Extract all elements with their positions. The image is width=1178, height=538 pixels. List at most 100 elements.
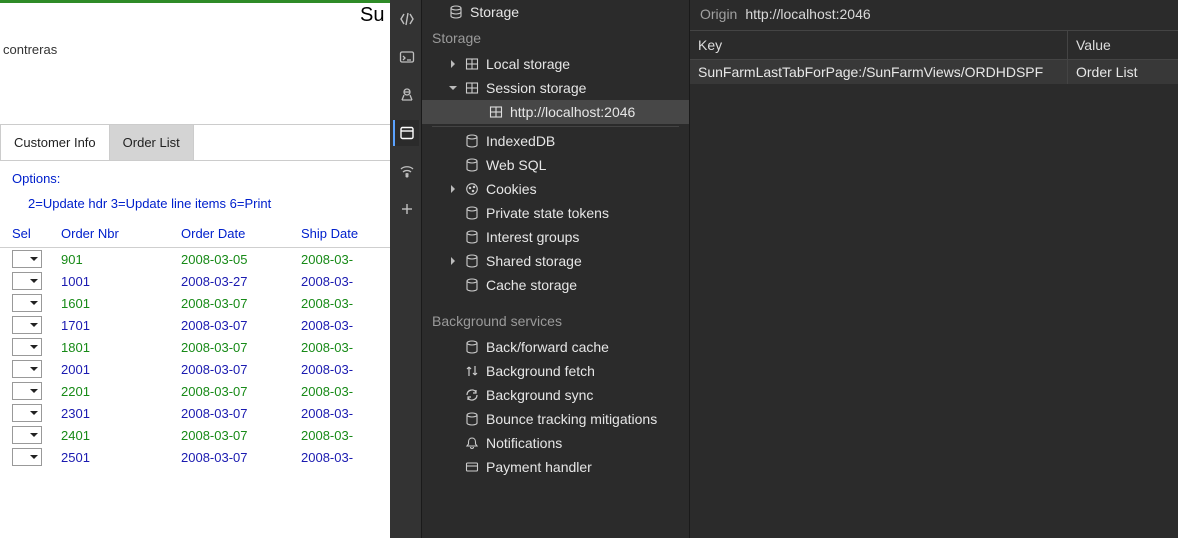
table-row: 22012008-03-072008-03-: [0, 380, 390, 402]
options-label: Options:: [12, 171, 378, 186]
tree-pst[interactable]: Private state tokens: [422, 201, 689, 225]
tab-customer-info[interactable]: Customer Info: [0, 125, 110, 160]
sel-dropdown[interactable]: [12, 404, 42, 422]
cell-ship-date: 2008-03-: [295, 248, 390, 271]
sel-dropdown[interactable]: [12, 294, 42, 312]
tree-group-storage: Storage: [422, 24, 689, 52]
grid-icon: [464, 80, 480, 96]
chevron-right-icon: [448, 257, 458, 265]
tree-indexeddb[interactable]: IndexedDB: [422, 129, 689, 153]
cell-order-nbr: 1701: [55, 314, 175, 336]
cell-order-nbr: 1001: [55, 270, 175, 292]
cell-ship-date: 2008-03-: [295, 336, 390, 358]
col-order-nbr: Order Nbr: [55, 223, 175, 248]
cell-ship-date: 2008-03-: [295, 292, 390, 314]
cell-order-nbr: 2201: [55, 380, 175, 402]
tree-bgsync-label: Background sync: [486, 387, 593, 403]
card-icon: [464, 459, 480, 475]
database-icon: [464, 229, 480, 245]
tree-session-storage-label: Session storage: [486, 80, 586, 96]
tree-notifications[interactable]: Notifications: [422, 431, 689, 455]
chevron-down-icon: [30, 255, 38, 263]
tree-indexeddb-label: IndexedDB: [486, 133, 555, 149]
console-tab-icon[interactable]: [393, 44, 419, 70]
col-sel: Sel: [0, 223, 55, 248]
database-icon: [464, 411, 480, 427]
tree-bounce[interactable]: Bounce tracking mitigations: [422, 407, 689, 431]
tree-bounce-label: Bounce tracking mitigations: [486, 411, 657, 427]
tree-websql[interactable]: Web SQL: [422, 153, 689, 177]
sel-dropdown[interactable]: [12, 382, 42, 400]
cell-order-nbr: 2401: [55, 424, 175, 446]
table-row: 24012008-03-072008-03-: [0, 424, 390, 446]
page-title-fragment: Su: [360, 4, 384, 27]
tree-local-storage[interactable]: Local storage: [422, 52, 689, 76]
arrows-icon: [464, 363, 480, 379]
chevron-down-icon: [30, 343, 38, 351]
chevron-down-icon: [30, 321, 38, 329]
tab-order-list[interactable]: Order List: [110, 125, 194, 160]
sel-dropdown[interactable]: [12, 338, 42, 356]
options-block: Options: 2=Update hdr 3=Update line item…: [0, 161, 390, 223]
storage-detail-pane: Origin http://localhost:2046 Key Value S…: [690, 0, 1178, 538]
sel-dropdown[interactable]: [12, 448, 42, 466]
tree-divider: [432, 126, 679, 127]
network-tab-icon[interactable]: [393, 158, 419, 184]
tree-bg-fetch[interactable]: Background fetch: [422, 359, 689, 383]
tree-pst-label: Private state tokens: [486, 205, 609, 221]
chevron-down-icon: [30, 299, 38, 307]
chevron-down-icon: [30, 365, 38, 373]
tree-cache-storage[interactable]: Cache storage: [422, 273, 689, 297]
cell-order-date: 2008-03-07: [175, 336, 295, 358]
kv-header-key[interactable]: Key: [690, 31, 1068, 59]
tree-session-storage[interactable]: Session storage: [422, 76, 689, 100]
tree-local-storage-label: Local storage: [486, 56, 570, 72]
kv-header-value[interactable]: Value: [1068, 31, 1178, 59]
cell-ship-date: 2008-03-: [295, 402, 390, 424]
tree-payment-handler[interactable]: Payment handler: [422, 455, 689, 479]
tree-cookies-label: Cookies: [486, 181, 537, 197]
tree-websql-label: Web SQL: [486, 157, 546, 173]
sel-dropdown[interactable]: [12, 272, 42, 290]
tree-shared-label: Shared storage: [486, 253, 582, 269]
cell-order-nbr: 1601: [55, 292, 175, 314]
tree-interest-groups[interactable]: Interest groups: [422, 225, 689, 249]
sync-icon: [464, 387, 480, 403]
table-row: 20012008-03-072008-03-: [0, 358, 390, 380]
application-tab-icon[interactable]: [393, 120, 419, 146]
kv-row-key: SunFarmLastTabForPage:/SunFarmViews/ORDH…: [690, 60, 1068, 84]
chevron-down-icon: [448, 84, 458, 92]
kv-row[interactable]: SunFarmLastTabForPage:/SunFarmViews/ORDH…: [690, 60, 1178, 84]
table-row: 9012008-03-052008-03-: [0, 248, 390, 271]
cell-ship-date: 2008-03-: [295, 270, 390, 292]
database-icon: [464, 253, 480, 269]
tree-session-storage-origin[interactable]: http://localhost:2046: [422, 100, 689, 124]
sel-dropdown[interactable]: [12, 316, 42, 334]
sel-dropdown[interactable]: [12, 426, 42, 444]
more-tabs-icon[interactable]: [393, 196, 419, 222]
tree-bgfetch-label: Background fetch: [486, 363, 595, 379]
chevron-down-icon: [30, 409, 38, 417]
devtools-activity-bar: [390, 0, 422, 538]
chevron-down-icon: [30, 453, 38, 461]
tree-bfcache-label: Back/forward cache: [486, 339, 609, 355]
sources-tab-icon[interactable]: [393, 82, 419, 108]
sel-dropdown[interactable]: [12, 250, 42, 268]
tree-shared-storage[interactable]: Shared storage: [422, 249, 689, 273]
database-icon: [464, 133, 480, 149]
app-accent-bar: [0, 0, 390, 3]
cell-order-nbr: 2501: [55, 446, 175, 468]
elements-tab-icon[interactable]: [393, 6, 419, 32]
cell-order-date: 2008-03-27: [175, 270, 295, 292]
tree-interest-label: Interest groups: [486, 229, 579, 245]
tree-bg-sync[interactable]: Background sync: [422, 383, 689, 407]
app-panel: Su contreras Customer Info Order List Op…: [0, 0, 390, 538]
kv-header-row: Key Value: [690, 30, 1178, 60]
chevron-right-icon: [448, 60, 458, 68]
tree-bf-cache[interactable]: Back/forward cache: [422, 335, 689, 359]
tree-cookies[interactable]: Cookies: [422, 177, 689, 201]
cell-order-date: 2008-03-07: [175, 358, 295, 380]
tree-top-storage[interactable]: Storage: [422, 0, 689, 24]
cell-order-nbr: 2301: [55, 402, 175, 424]
sel-dropdown[interactable]: [12, 360, 42, 378]
